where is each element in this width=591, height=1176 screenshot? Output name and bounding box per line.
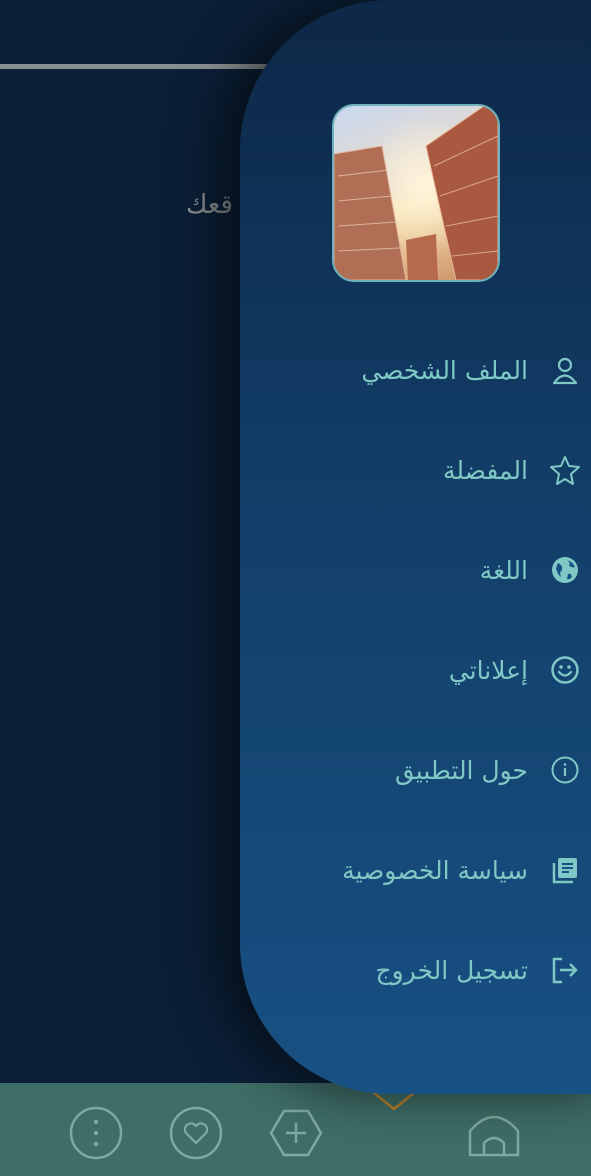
menu-item-label: الملف الشخصي <box>361 355 528 385</box>
info-icon <box>548 753 582 787</box>
profile-avatar[interactable] <box>332 104 500 282</box>
bottom-nav <box>0 1083 591 1176</box>
home-icon <box>468 1115 520 1157</box>
menu-item-profile[interactable]: الملف الشخصي <box>361 345 582 395</box>
menu-item-language[interactable]: اللغة <box>480 545 582 595</box>
logout-icon <box>548 953 582 987</box>
plus-icon <box>269 1109 323 1157</box>
document-icon <box>548 853 582 887</box>
more-button[interactable] <box>66 1103 126 1163</box>
home-nav-button[interactable] <box>464 1103 524 1163</box>
menu-item-my-ads[interactable]: إعلاناتي <box>449 645 582 695</box>
menu-item-label: اللغة <box>479 555 528 585</box>
screen: قعك الملف الشخصي المفضلة اللغة إعلاناتي … <box>0 0 591 1176</box>
menu-item-about[interactable]: حول التطبيق <box>395 745 582 795</box>
menu-item-label: تسجيل الخروج <box>375 955 528 985</box>
menu-item-label: سياسة الخصوصية <box>342 855 528 885</box>
heart-icon <box>169 1106 223 1160</box>
more-icon <box>69 1106 123 1160</box>
smile-icon <box>548 653 582 687</box>
menu-item-logout[interactable]: تسجيل الخروج <box>375 945 582 995</box>
star-icon <box>548 453 582 487</box>
menu-item-label: حول التطبيق <box>394 755 528 785</box>
menu-item-favorites[interactable]: المفضلة <box>443 445 582 495</box>
favorites-nav-button[interactable] <box>166 1103 226 1163</box>
buildings-image <box>334 106 498 280</box>
background-partial-text: قعك <box>186 190 233 220</box>
menu-item-privacy[interactable]: سياسة الخصوصية <box>342 845 582 895</box>
side-drawer: الملف الشخصي المفضلة اللغة إعلاناتي حول <box>240 0 591 1094</box>
globe-icon <box>548 553 582 587</box>
add-ad-button[interactable] <box>266 1103 326 1163</box>
menu-item-label: إعلاناتي <box>448 655 528 685</box>
background-top-bar <box>0 64 300 69</box>
menu-item-label: المفضلة <box>442 455 528 485</box>
user-icon <box>548 353 582 387</box>
